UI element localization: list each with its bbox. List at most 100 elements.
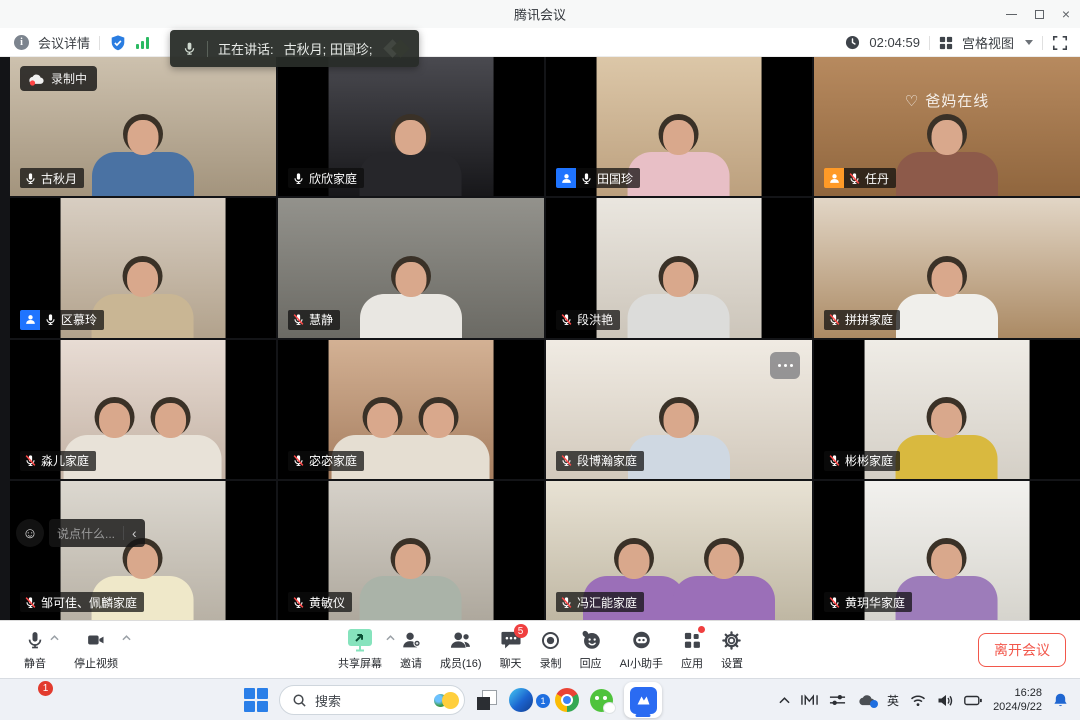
- input-app-icon[interactable]: [801, 693, 818, 707]
- tray-expand-chevron-icon[interactable]: [779, 697, 790, 704]
- participant-name-tag: 田国珍: [556, 168, 640, 188]
- chevron-up-icon[interactable]: [50, 635, 59, 641]
- view-mode-button[interactable]: 宫格视图: [962, 33, 1014, 52]
- participant-tile[interactable]: 邹可佳、佩麟家庭: [10, 481, 276, 620]
- participant-tile[interactable]: ♡ 爸妈在线 任丹: [814, 57, 1080, 196]
- notification-bell-icon[interactable]: [1053, 692, 1068, 708]
- participant-tile[interactable]: 彬彬家庭: [814, 340, 1080, 479]
- grid-view-icon[interactable]: [939, 36, 953, 50]
- windows-start-button[interactable]: [244, 688, 268, 712]
- participant-name-tag: 黄敏仪: [288, 592, 352, 612]
- maximize-icon[interactable]: [1035, 10, 1044, 19]
- share-screen-icon: [347, 628, 373, 652]
- camera-icon: [85, 628, 107, 652]
- participant-name: 任丹: [865, 170, 889, 187]
- participant-name: 区慕玲: [61, 311, 97, 328]
- participant-tile[interactable]: 黄玥华家庭: [814, 481, 1080, 620]
- chat-placeholder: 说点什么...: [57, 525, 115, 542]
- close-icon[interactable]: ×: [1062, 7, 1070, 21]
- chat-button[interactable]: 5 聊天: [500, 628, 522, 671]
- record-button[interactable]: 录制: [540, 628, 562, 671]
- tile-more-button[interactable]: [770, 352, 800, 379]
- window-title: 腾讯会议: [514, 5, 566, 24]
- participant-name-tag: 邹可佳、佩麟家庭: [20, 592, 144, 612]
- window-titlebar: 腾讯会议 ×: [0, 0, 1080, 28]
- divider: [99, 36, 100, 50]
- network-signal-icon: [136, 37, 149, 49]
- participant-tile[interactable]: 段洪艳: [546, 198, 812, 337]
- input-language-indicator[interactable]: 英: [887, 692, 899, 709]
- participant-name: 邹可佳、佩麟家庭: [41, 594, 137, 611]
- taskbar-clock[interactable]: 16:28 2024/9/22: [993, 686, 1042, 715]
- collapse-left-icon[interactable]: ‹: [132, 526, 137, 540]
- chevron-down-icon[interactable]: [1025, 40, 1033, 45]
- tile-mic-icon: [560, 596, 573, 609]
- meeting-details-button[interactable]: 会议详情: [38, 33, 90, 52]
- participant-tile[interactable]: 区慕玲: [10, 198, 276, 337]
- video-watermark: ♡ 爸妈在线: [905, 90, 989, 111]
- tencent-meeting-taskbar-button[interactable]: [624, 682, 662, 718]
- participant-tile[interactable]: 淼儿家庭: [10, 340, 276, 479]
- divider: [123, 526, 124, 540]
- participant-silhouette: [664, 538, 784, 620]
- participant-tile[interactable]: 宓宓家庭: [278, 340, 544, 479]
- tile-mic-icon: [292, 596, 305, 609]
- chevron-up-icon[interactable]: [386, 635, 395, 641]
- stop-video-button[interactable]: 停止视频: [74, 628, 118, 671]
- minimize-icon[interactable]: [1006, 14, 1017, 15]
- fullscreen-icon[interactable]: [1052, 35, 1068, 51]
- reaction-button[interactable]: 回应: [580, 628, 602, 671]
- speaker-icon[interactable]: [937, 694, 953, 707]
- participant-silhouette: [619, 256, 739, 338]
- tile-mic-icon: [560, 454, 573, 467]
- news-app-button[interactable]: 1: [20, 686, 47, 713]
- participant-tile[interactable]: 拼拼家庭: [814, 198, 1080, 337]
- participant-tile[interactable]: 慧静: [278, 198, 544, 337]
- participant-name-tag: 段博瀚家庭: [556, 451, 644, 471]
- tencent-meeting-logo-icon: [630, 687, 657, 714]
- invite-button[interactable]: 邀请: [400, 628, 422, 671]
- mute-button[interactable]: 静音: [24, 628, 46, 671]
- participant-tile[interactable]: 田国珍: [546, 57, 812, 196]
- quick-chat-input[interactable]: 说点什么... ‹: [49, 519, 145, 547]
- news-badge: 1: [38, 681, 53, 696]
- taskbar-search-input[interactable]: 搜索: [279, 685, 465, 715]
- tile-mic-icon: [828, 313, 841, 326]
- participant-tile[interactable]: 欣欣家庭: [278, 57, 544, 196]
- participant-name-tag: 淼儿家庭: [20, 451, 96, 471]
- participant-silhouette: [887, 256, 1007, 338]
- meeting-header-bar: i 会议详情 02:04:59 宫格视图: [0, 28, 1080, 57]
- participant-tile[interactable]: 段博瀚家庭: [546, 340, 812, 479]
- leave-meeting-button[interactable]: 离开会议: [978, 633, 1066, 667]
- ai-assistant-button[interactable]: AI小助手: [620, 628, 663, 671]
- divider: [929, 36, 930, 50]
- share-screen-button[interactable]: 共享屏幕: [338, 628, 382, 671]
- speaking-label: 正在讲话:: [218, 39, 274, 58]
- tile-mic-icon: [292, 454, 305, 467]
- meeting-header-left: i 会议详情: [14, 28, 149, 57]
- wechat-icon[interactable]: [590, 689, 613, 712]
- divider: [1042, 36, 1043, 50]
- security-shield-icon[interactable]: [109, 34, 127, 52]
- meeting-logo-watermark-icon: [386, 42, 407, 55]
- settings-button[interactable]: 设置: [721, 628, 743, 671]
- participant-name: 段博瀚家庭: [577, 452, 637, 469]
- battery-icon[interactable]: [964, 695, 982, 706]
- emoji-reaction-icon[interactable]: ☺: [16, 519, 44, 547]
- chevron-up-icon[interactable]: [122, 635, 131, 641]
- settings-sliders-icon[interactable]: [829, 693, 846, 707]
- task-view-button[interactable]: [476, 689, 498, 711]
- chrome-browser-icon[interactable]: [555, 688, 579, 712]
- participant-tile[interactable]: 黄敏仪: [278, 481, 544, 620]
- cloud-sync-icon[interactable]: [857, 693, 876, 707]
- wifi-icon[interactable]: [910, 694, 926, 707]
- participant-name: 慧静: [309, 311, 333, 328]
- participant-name-tag: 黄玥华家庭: [824, 592, 912, 612]
- apps-button[interactable]: 应用: [681, 628, 703, 671]
- weather-widget-icon[interactable]: [434, 692, 459, 709]
- window-controls: ×: [1006, 0, 1070, 28]
- taskbar-center-group: 搜索 1: [244, 679, 662, 720]
- members-button[interactable]: 成员(16): [440, 628, 482, 671]
- edge-browser-icon[interactable]: [509, 688, 533, 712]
- participant-tile[interactable]: 冯汇能家庭: [546, 481, 812, 620]
